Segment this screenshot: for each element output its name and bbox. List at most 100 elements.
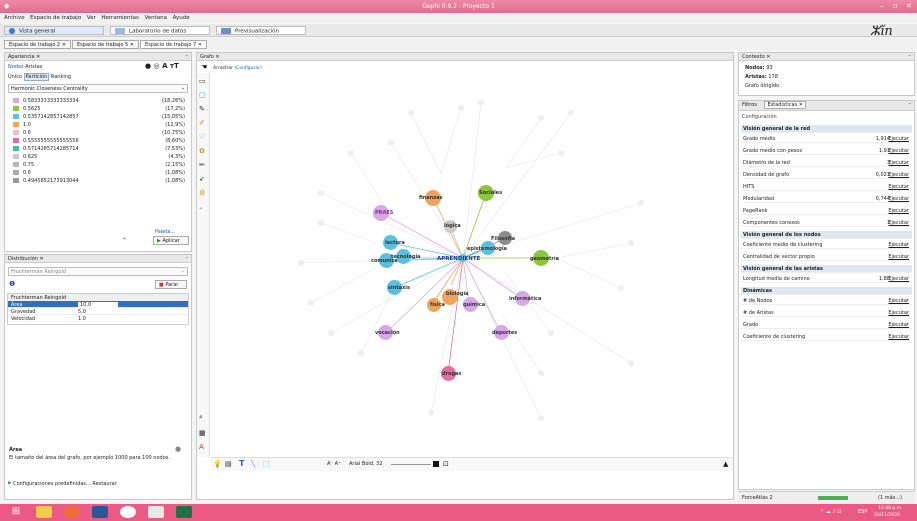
color-swatch[interactable]	[13, 170, 19, 175]
color-swatch[interactable]	[13, 106, 19, 111]
tab-previsualizacion[interactable]: Previsualización	[216, 26, 306, 35]
pencil-icon[interactable]: ✎	[199, 105, 205, 113]
partition-row[interactable]: 1.0 (12,9%)	[7, 121, 189, 128]
color-swatch[interactable]	[13, 154, 19, 159]
drag-tool-icon[interactable]: ☚	[201, 63, 211, 73]
run-button[interactable]: Ejecutar	[888, 148, 909, 154]
layout-algorithm-select[interactable]: Fruchterman Reingold ⌄	[8, 267, 188, 276]
bulb-icon[interactable]: 💡	[213, 460, 222, 468]
size-icon[interactable]: ◎	[151, 62, 160, 70]
workspace-tab-7[interactable]: Espacio de trabajo 7 ✕	[140, 40, 207, 49]
color-box[interactable]	[433, 461, 439, 467]
run-button[interactable]: Ejecutar	[888, 276, 909, 282]
cursor-icon[interactable]: ➶	[199, 175, 205, 183]
partition-row[interactable]: 0.5555555555555556 (8,60%)	[7, 137, 189, 144]
run-button[interactable]: Ejecutar	[888, 172, 909, 178]
panel-minimize-button[interactable]: –	[186, 53, 189, 59]
property-row[interactable]: Velocidad 1.0	[8, 315, 188, 322]
screenshot-icon[interactable]: ▤	[225, 460, 232, 468]
subtab-ranking[interactable]: Ranking	[51, 74, 71, 80]
tab-estadisticas[interactable]: Estadísticas ✕	[764, 101, 806, 109]
partition-row[interactable]: 0.5714285714285714 (7,53%)	[7, 145, 189, 152]
gear-icon[interactable]: ⚙	[199, 189, 205, 197]
paint-icon[interactable]: ✿	[199, 147, 205, 155]
tab-vista-general[interactable]: Vista general	[4, 26, 104, 35]
workspace-tab-5[interactable]: Espacio de trabajo 5 ✕	[72, 40, 139, 49]
edge-pencil-icon[interactable]: ✏	[199, 161, 205, 169]
clock-date[interactable]: 20/11/2020	[874, 513, 900, 518]
file-explorer-icon[interactable]	[36, 506, 52, 518]
firefox-icon[interactable]	[64, 506, 80, 518]
partition-row[interactable]: 0.5625 (17,2%)	[7, 105, 189, 112]
partition-row[interactable]: 0.5357142857142857 (15,05%)	[7, 113, 189, 120]
gephi-taskbar-icon[interactable]	[148, 506, 164, 518]
color-swatch[interactable]	[13, 122, 19, 127]
panel-minimize-button[interactable]: –	[909, 53, 912, 59]
label-size-icon[interactable]: тT	[168, 62, 179, 70]
menu-ventana[interactable]: Ventana	[144, 15, 167, 21]
workspace-tab-2[interactable]: Espacio de trabajo 2 ✕	[4, 40, 71, 49]
select-tool-icon[interactable]: ▭	[199, 77, 206, 85]
maximize-button[interactable]: ▫	[893, 2, 898, 10]
apply-button[interactable]: ▶ Aplicar	[153, 236, 189, 245]
color-swatch[interactable]	[13, 114, 19, 119]
info-icon[interactable]: ❶	[9, 280, 15, 288]
label-attr-icon[interactable]: ⊡	[443, 460, 449, 468]
property-row[interactable]: Área 10.0	[8, 301, 188, 308]
menu-archivo[interactable]: Archivo	[4, 15, 25, 21]
palette-link[interactable]: Paleta...	[155, 229, 175, 235]
run-button[interactable]: Ejecutar	[888, 322, 909, 328]
system-tray-icons[interactable]: ⌃ ☁ ♪ ⊡	[820, 509, 841, 515]
tab-laboratorio[interactable]: Laboratorio de datos	[110, 26, 210, 35]
stats-config[interactable]: Configuración	[742, 114, 777, 120]
color-swatch[interactable]	[13, 98, 19, 103]
partition-row[interactable]: 0.4945652173913044 (1,08%)	[7, 177, 189, 184]
label-a-icon[interactable]: A	[199, 443, 204, 451]
brush-icon[interactable]: ✐	[199, 119, 205, 127]
menu-ver[interactable]: Ver	[87, 15, 96, 21]
run-button[interactable]: Ejecutar	[888, 298, 909, 304]
expand-icon[interactable]: ▲	[723, 460, 728, 468]
reset-link[interactable]: Restaurar	[92, 481, 116, 487]
run-button[interactable]: Ejecutar	[888, 310, 909, 316]
run-button[interactable]: Ejecutar	[888, 254, 909, 260]
partition-row[interactable]: 0.6 (10,75%)	[7, 129, 189, 136]
tab-filtros[interactable]: Filtros	[742, 102, 757, 108]
menu-espacio[interactable]: Espacio de trabajo	[30, 15, 81, 21]
close-button[interactable]: ✕	[906, 2, 912, 10]
color-swatch[interactable]	[13, 138, 19, 143]
color-swatch[interactable]	[13, 146, 19, 151]
partition-row[interactable]: 0.5833333333333334 (18,26%)	[7, 97, 189, 104]
heart-icon[interactable]: ♡	[199, 133, 205, 141]
menu-herramientas[interactable]: Herramientas	[101, 15, 138, 21]
label-color-icon[interactable]: A	[160, 62, 167, 70]
run-button[interactable]: Ejecutar	[888, 242, 909, 248]
tasks-more[interactable]: (1 más...)	[878, 495, 902, 501]
color-swatch[interactable]	[13, 162, 19, 167]
mode-edges-tab[interactable]: Aristas	[25, 64, 42, 70]
color-swatch[interactable]	[13, 130, 19, 135]
minimize-button[interactable]: –	[880, 2, 884, 10]
edge-tool-icon[interactable]: ╲	[251, 460, 255, 468]
collapse-arrows-icon[interactable]: «	[123, 236, 126, 242]
subtab-particion[interactable]: Partición	[23, 73, 50, 81]
help-icon[interactable]: ●	[175, 445, 181, 453]
menu-ayuda[interactable]: Ayude	[173, 15, 190, 21]
attribute-select[interactable]: Harmonic Closeness Centrality ⌄	[8, 84, 188, 93]
windows-start-icon[interactable]: ⊞	[8, 506, 24, 518]
font-selector[interactable]: Arial Bold, 32	[349, 461, 383, 467]
fullscreen-icon[interactable]: ⬚	[263, 460, 270, 468]
path-icon[interactable]: ⟓	[199, 203, 202, 212]
language-indicator[interactable]: ESP	[858, 509, 867, 515]
font-size-slider[interactable]	[391, 464, 431, 465]
color-swatch[interactable]	[13, 178, 19, 183]
run-button[interactable]: Ejecutar	[888, 160, 909, 166]
search-icon[interactable]: ⌕	[199, 413, 203, 422]
chrome-icon[interactable]	[120, 506, 136, 518]
run-button[interactable]: Ejecutar	[888, 208, 909, 214]
subtab-unico[interactable]: Único	[8, 74, 22, 80]
run-button[interactable]: Ejecutar	[888, 136, 909, 142]
rect-select-icon[interactable]: ▢	[199, 91, 206, 99]
stop-button[interactable]: ■ Parar	[155, 280, 187, 289]
run-button[interactable]: Ejecutar	[888, 196, 909, 202]
